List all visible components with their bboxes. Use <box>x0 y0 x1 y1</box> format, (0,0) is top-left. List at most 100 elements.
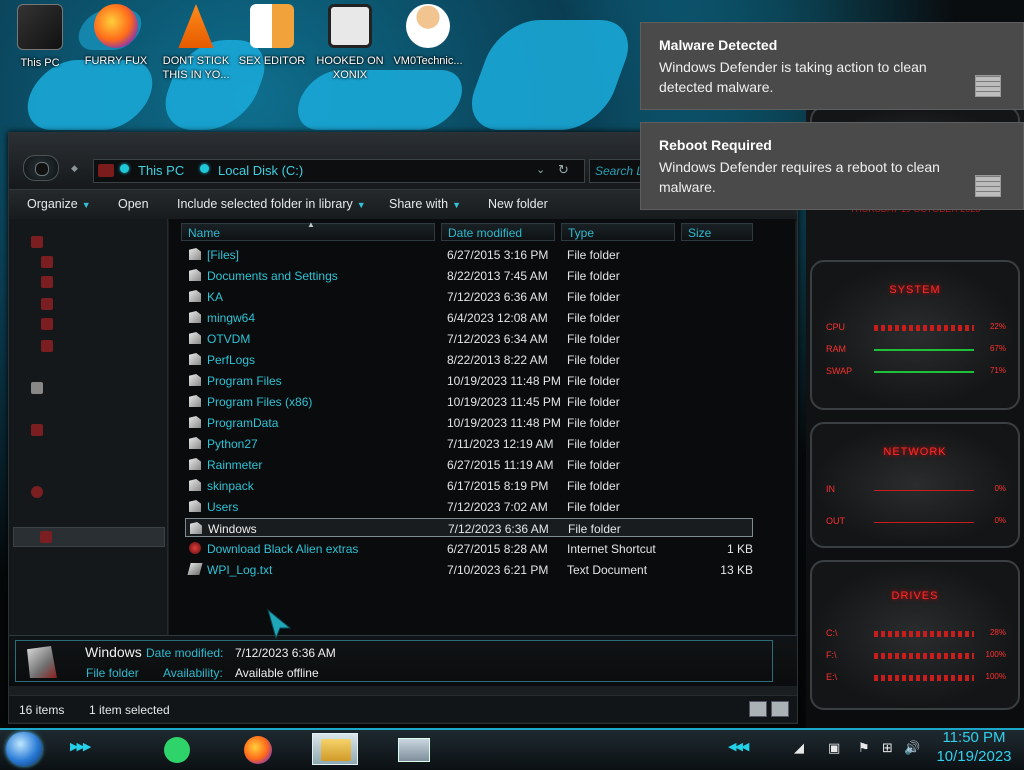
column-header-size[interactable]: Size <box>681 223 753 241</box>
notification-body: Windows Defender is taking action to cle… <box>659 59 927 95</box>
folder-icon <box>41 256 53 268</box>
start-button[interactable] <box>6 732 42 766</box>
taskbar-decoration-icon: ▶▶▶ <box>70 741 91 753</box>
doctor-person-icon <box>406 4 450 48</box>
tray-expand-icon[interactable]: ◢ <box>794 740 804 756</box>
table-row[interactable]: Python27 7/11/2023 12:19 AM File folder <box>185 434 753 453</box>
table-row[interactable]: PerfLogs 8/22/2013 8:22 AM File folder <box>185 350 753 369</box>
folder-icon <box>189 500 201 512</box>
taskbar-decoration-icon: ◀◀◀ <box>728 741 749 753</box>
table-row-selected[interactable]: Windows 7/12/2023 6:36 AM File folder <box>185 518 753 537</box>
hxd-editor-icon <box>250 4 294 48</box>
table-row[interactable]: Rainmeter 6/27/2015 11:19 AM File folder <box>185 455 753 474</box>
tray-app-icon[interactable]: ▣ <box>828 740 840 756</box>
include-in-library-button[interactable]: Include selected folder in library ▼ <box>177 197 366 211</box>
mouse-cursor-icon <box>267 608 292 640</box>
breadcrumb-local-disk[interactable]: Local Disk (C:) <box>218 163 303 178</box>
clock-time[interactable]: 11:50 PM <box>930 729 1018 746</box>
table-row[interactable]: OTVDM 7/12/2023 6:34 AM File folder <box>185 329 753 348</box>
network-out-meter: OUT 0% <box>826 516 1006 528</box>
network-in-label: IN <box>826 484 835 494</box>
taskbar-file-explorer[interactable] <box>312 733 358 765</box>
table-row[interactable]: KA 7/12/2023 6:36 AM File folder <box>185 287 753 306</box>
drive-f-value: 100% <box>985 650 1006 659</box>
column-header-type[interactable]: Type <box>561 223 675 241</box>
notes-app-icon <box>164 737 190 763</box>
address-bar[interactable]: This PC Local Disk (C:) ⌄ ↻ <box>93 159 585 183</box>
xonix-game-icon <box>328 4 372 48</box>
table-row[interactable]: Program Files (x86) 10/19/2023 11:45 PM Fi… <box>185 392 753 411</box>
action-center-flag-icon[interactable]: ⚑ <box>858 740 870 756</box>
table-row[interactable]: Program Files 10/19/2023 11:48 PM File fol… <box>185 371 753 390</box>
clock-date[interactable]: 10/19/2023 <box>930 748 1018 765</box>
swap-value: 71% <box>989 366 1006 375</box>
file-name: [Files] <box>207 248 240 262</box>
folder-icon <box>189 332 201 344</box>
table-row[interactable]: Users 7/12/2023 7:02 AM File folder <box>185 497 753 516</box>
drive-c-label: C:\ <box>826 628 838 638</box>
desktop-icon-this-pc[interactable]: This PC <box>0 4 80 70</box>
nav-item-local-disk-selected[interactable] <box>13 527 165 547</box>
notification-reboot-required[interactable]: Reboot Required Windows Defender require… <box>640 122 1024 210</box>
details-availability-value: Available offline <box>235 666 319 680</box>
file-type: File folder <box>567 311 620 325</box>
desktop-icon-hooked-on-xonix[interactable]: HOOKED ON XONIX <box>310 4 390 82</box>
drive-e-label: E:\ <box>826 672 838 682</box>
file-date-modified: 8/22/2013 8:22 AM <box>447 353 548 367</box>
table-row[interactable]: Download Black Alien extras 6/27/2015 8:2… <box>185 539 753 558</box>
include-label: Include selected folder in library <box>177 197 353 211</box>
drives-title: DRIVES <box>891 590 939 602</box>
folder-icon <box>189 437 201 449</box>
folder-icon <box>189 479 201 491</box>
details-view-icon[interactable] <box>749 701 767 717</box>
file-date-modified: 7/12/2023 6:34 AM <box>447 332 548 346</box>
folder-icon <box>189 269 201 281</box>
desktop-icon-sex-editor[interactable]: SEX EDITOR <box>232 4 312 68</box>
file-type: File folder <box>567 290 620 304</box>
file-type: File folder <box>568 522 621 536</box>
taskbar-firefox[interactable] <box>236 733 282 765</box>
table-row[interactable]: Documents and Settings 8/22/2013 7:45 AM F… <box>185 266 753 285</box>
desktop-icon-dont-stick[interactable]: DONT STICK THIS IN YO... <box>156 4 236 82</box>
table-row[interactable]: ProgramData 10/19/2023 11:48 PM File folde… <box>185 413 753 432</box>
new-folder-button[interactable]: New folder <box>488 197 548 211</box>
network-in-value: 0% <box>994 484 1006 493</box>
table-row[interactable]: mingw64 6/4/2023 12:08 AM File folder <box>185 308 753 327</box>
drive-f-meter: F:\ 100% <box>826 650 1006 662</box>
file-name: OTVDM <box>207 332 251 346</box>
desktop-icon-vm0technic[interactable]: VM0Technic... <box>388 4 468 68</box>
recent-locations-dropdown[interactable]: ◆ <box>71 163 78 174</box>
table-row[interactable]: skinpack 6/17/2015 8:19 PM File folder <box>185 476 753 495</box>
table-row[interactable]: [Files] 6/27/2015 3:16 PM File folder <box>185 245 753 264</box>
file-type: File folder <box>567 353 620 367</box>
drive-icon <box>98 164 114 177</box>
refresh-icon[interactable]: ↻ <box>558 162 569 178</box>
taskbar-notes-app[interactable] <box>156 733 202 765</box>
back-button[interactable] <box>23 155 59 181</box>
ram-value: 67% <box>989 344 1006 353</box>
network-tray-icon[interactable]: ⊞ <box>882 740 893 756</box>
file-name: ProgramData <box>207 416 279 430</box>
organize-button[interactable]: Organize ▼ <box>27 197 91 211</box>
column-header-date[interactable]: Date modified <box>441 223 555 241</box>
notification-malware-detected[interactable]: Malware Detected Windows Defender is tak… <box>640 22 1024 110</box>
file-type: File folder <box>567 437 620 451</box>
status-selection: 1 item selected <box>89 703 170 717</box>
status-item-count: 16 items <box>19 703 65 717</box>
large-icons-view-icon[interactable] <box>771 701 789 717</box>
computer-icon <box>17 4 63 50</box>
folder-icon <box>189 395 201 407</box>
drive-e-value: 100% <box>985 672 1006 681</box>
chevron-down-icon[interactable]: ⌄ <box>536 163 545 176</box>
breadcrumb-this-pc[interactable]: This PC <box>138 163 184 178</box>
volume-icon[interactable]: 🔊 <box>904 740 920 756</box>
taskbar-system-monitor[interactable] <box>390 733 436 765</box>
desktop-icon-furry-fux[interactable]: FURRY FUX <box>76 4 156 68</box>
folder-icon <box>41 298 53 310</box>
defender-wall-icon <box>975 75 1001 97</box>
table-row[interactable]: WPI_Log.txt 7/10/2023 6:21 PM Text Documen… <box>185 560 753 579</box>
drive-f-bar <box>874 653 974 659</box>
open-button[interactable]: Open <box>118 197 149 211</box>
navigation-pane <box>9 219 168 635</box>
share-with-button[interactable]: Share with ▼ <box>389 197 461 211</box>
